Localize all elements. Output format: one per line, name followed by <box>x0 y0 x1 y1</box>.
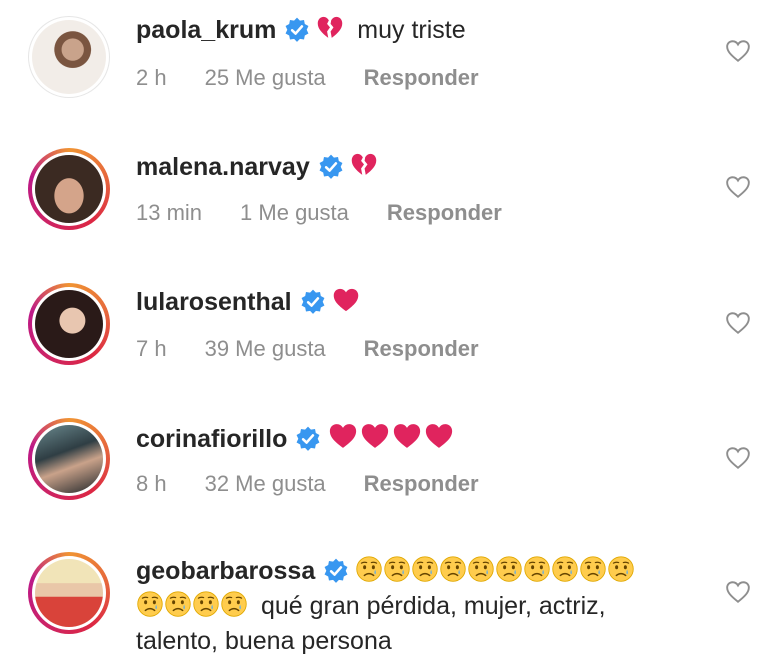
comment-time: 7 h <box>136 336 167 361</box>
sad-face-emoji <box>355 555 383 583</box>
like-count[interactable]: 39 Me gusta <box>205 336 326 361</box>
sad-face-emoji <box>467 555 495 583</box>
heart-outline-icon[interactable] <box>724 38 752 64</box>
comment-time: 13 min <box>136 200 203 225</box>
red-heart-emoji <box>332 286 360 314</box>
sad-face-emoji <box>383 555 411 583</box>
avatar[interactable] <box>28 552 110 634</box>
red-heart-emoji <box>327 421 359 451</box>
sad-face-emoji <box>439 555 467 583</box>
avatar[interactable] <box>28 16 110 98</box>
like-count[interactable]: 32 Me gusta <box>205 471 326 496</box>
heart-outline-icon[interactable] <box>724 579 752 605</box>
reply-button[interactable]: Responder <box>387 200 502 225</box>
red-heart-emoji <box>391 421 423 451</box>
reply-button[interactable]: Responder <box>364 336 479 361</box>
comment-line: geobarbarossa <box>136 555 635 587</box>
reply-button[interactable]: Responder <box>364 471 479 496</box>
comment-text-line: qué gran pérdida, mujer, actriz, <box>260 592 606 620</box>
username[interactable]: lularosenthal <box>136 288 292 316</box>
comment-line: corinafiorillo <box>136 421 455 455</box>
comment-meta: 8 h 32 Me gusta Responder <box>136 471 517 497</box>
comment-time: 8 h <box>136 471 167 496</box>
username[interactable]: malena.narvay <box>136 153 310 181</box>
sad-face-emoji <box>579 555 607 583</box>
avatar[interactable] <box>28 418 110 500</box>
avatar[interactable] <box>28 283 110 365</box>
comment-text: qué gran pérdida, mujer, actriz, <box>136 588 606 624</box>
like-count[interactable]: 1 Me gusta <box>240 200 349 225</box>
verified-badge-icon <box>300 289 326 315</box>
avatar[interactable] <box>28 148 110 230</box>
comment-text: muy triste <box>357 16 466 44</box>
verified-badge-icon <box>323 558 349 584</box>
sad-face-emoji <box>411 555 439 583</box>
reply-button[interactable]: Responder <box>364 65 479 90</box>
username[interactable]: corinafiorillo <box>136 425 287 453</box>
comment-time: 2 h <box>136 65 167 90</box>
like-count[interactable]: 25 Me gusta <box>205 65 326 90</box>
comment-line: malena.narvay <box>136 151 378 183</box>
sad-face-emoji <box>607 555 635 583</box>
heart-outline-icon[interactable] <box>724 310 752 336</box>
comment-meta: 2 h 25 Me gusta Responder <box>136 65 517 91</box>
verified-badge-icon <box>295 426 321 452</box>
comment-meta: 13 min 1 Me gusta Responder <box>136 200 540 226</box>
username[interactable]: geobarbarossa <box>136 557 315 585</box>
sad-face-emoji <box>220 590 248 618</box>
sad-face-emoji <box>551 555 579 583</box>
broken-heart-emoji <box>316 14 344 42</box>
verified-badge-icon <box>284 17 310 43</box>
username[interactable]: paola_krum <box>136 16 276 44</box>
broken-heart-emoji <box>350 151 378 179</box>
comment-text-line: talento, buena persona <box>136 627 392 655</box>
sad-face-emoji <box>136 590 164 618</box>
sad-face-emoji <box>164 590 192 618</box>
sad-face-emoji <box>192 590 220 618</box>
verified-badge-icon <box>318 154 344 180</box>
comment-meta: 7 h 39 Me gusta Responder <box>136 336 517 362</box>
comment-line: lularosenthal <box>136 286 360 318</box>
sad-face-emoji <box>523 555 551 583</box>
sad-face-emoji <box>495 555 523 583</box>
red-heart-emoji <box>359 421 391 451</box>
comment-line: paola_krum muy triste <box>136 14 466 46</box>
red-heart-emoji <box>423 421 455 451</box>
heart-outline-icon[interactable] <box>724 174 752 200</box>
heart-outline-icon[interactable] <box>724 445 752 471</box>
